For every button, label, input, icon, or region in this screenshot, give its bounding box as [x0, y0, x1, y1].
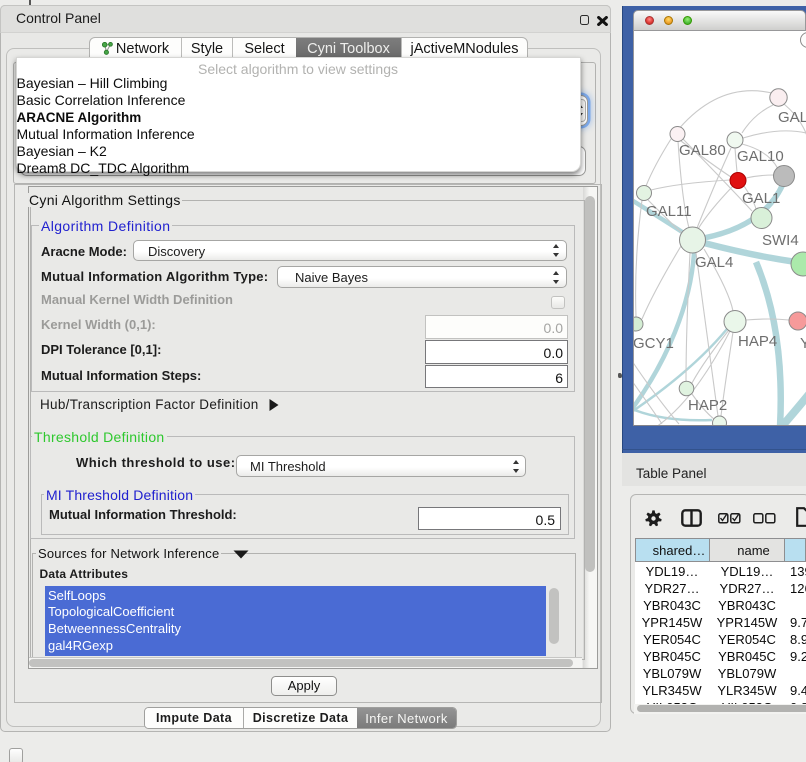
svg-text:GCY1: GCY1 [634, 335, 674, 352]
svg-text:HAP2: HAP2 [688, 397, 727, 414]
svg-text:SWI4: SWI4 [762, 232, 799, 249]
svg-text:GAL4: GAL4 [695, 254, 733, 271]
svg-text:GAL80: GAL80 [679, 142, 726, 159]
svg-text:GAL1: GAL1 [742, 190, 780, 207]
svg-text:HAP4: HAP4 [738, 333, 777, 350]
svg-text:Y: Y [800, 335, 806, 352]
svg-text:GAL8: GAL8 [778, 109, 806, 126]
svg-text:GAL11: GAL11 [646, 203, 692, 220]
svg-text:GAL10: GAL10 [737, 148, 784, 165]
